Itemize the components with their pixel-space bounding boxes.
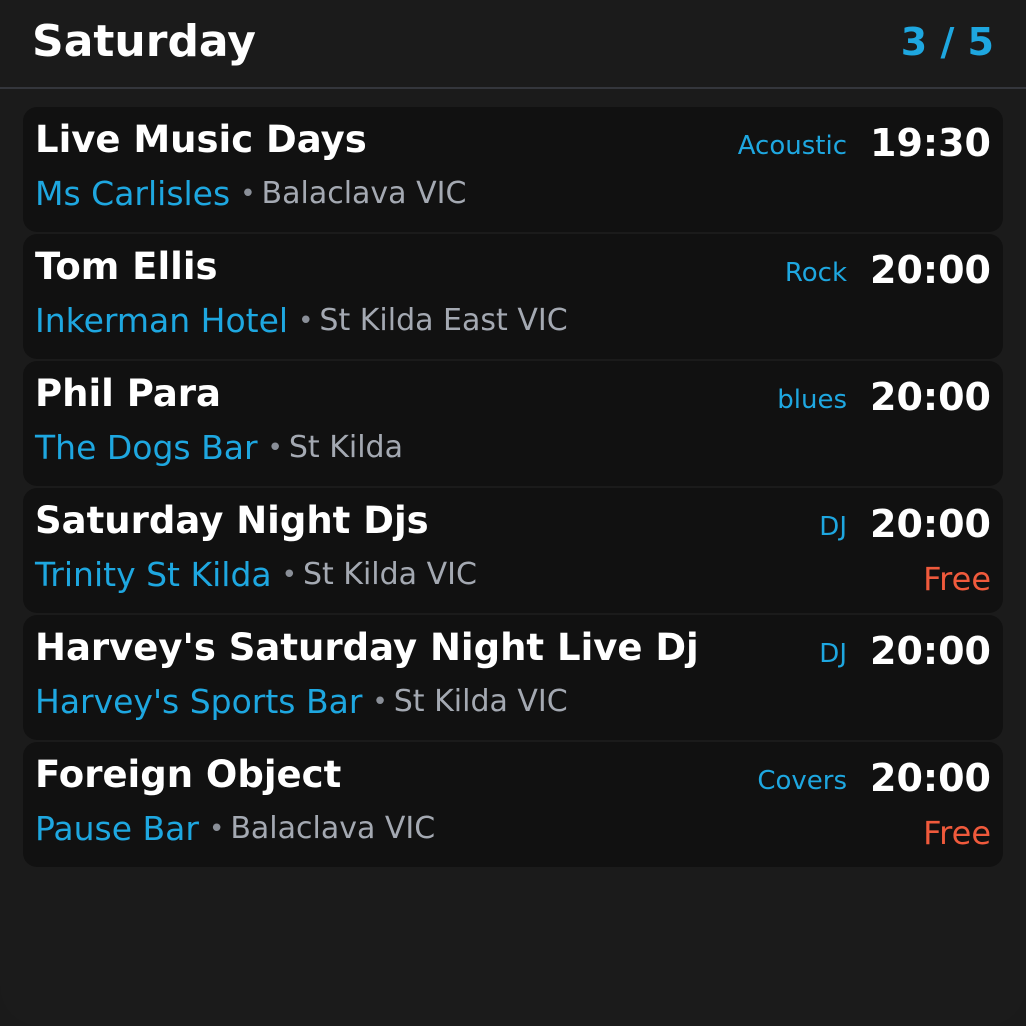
event-location: Balaclava VIC	[261, 176, 467, 211]
venue-link[interactable]: Harvey's Sports Bar	[35, 682, 362, 721]
event-card[interactable]: Saturday Night Djs DJ 20:00 Trinity St K…	[23, 488, 1003, 613]
event-card[interactable]: Harvey's Saturday Night Live Dj DJ 20:00…	[23, 615, 1003, 740]
venue-line: Trinity St Kilda • St Kilda VIC	[35, 558, 477, 592]
event-time: 20:00	[870, 502, 991, 546]
venue-line: The Dogs Bar • St Kilda	[35, 431, 403, 465]
event-genre: Covers	[757, 766, 847, 796]
venue-line: Inkerman Hotel • St Kilda East VIC	[35, 304, 568, 338]
event-location: St Kilda	[288, 430, 403, 465]
event-location: Balaclava VIC	[230, 811, 436, 846]
event-price: Free	[923, 560, 991, 598]
event-time: 20:00	[870, 375, 991, 419]
venue-link[interactable]: The Dogs Bar	[35, 428, 258, 467]
separator-dot: •	[298, 306, 314, 336]
event-card[interactable]: Phil Para blues 20:00 The Dogs Bar • St Ki…	[23, 361, 1003, 486]
venue-line: Ms Carlisles • Balaclava VIC	[35, 177, 466, 211]
venue-link[interactable]: Inkerman Hotel	[35, 301, 288, 340]
event-location: St Kilda VIC	[393, 684, 568, 719]
venue-line: Pause Bar • Balaclava VIC	[35, 812, 435, 846]
event-title: Saturday Night Djs	[35, 499, 429, 542]
event-time: 20:00	[870, 248, 991, 292]
event-time: 20:00	[870, 756, 991, 800]
event-price: Free	[923, 814, 991, 852]
separator-dot: •	[267, 433, 283, 463]
event-genre: Rock	[784, 258, 847, 288]
page-indicator[interactable]: 3 / 5	[901, 20, 994, 64]
day-title: Saturday	[32, 16, 256, 67]
gig-guide-screen: Saturday 3 / 5 Live Music Days Acoustic …	[0, 0, 1026, 1026]
event-card[interactable]: Live Music Days Acoustic 19:30 Ms Carlis…	[23, 107, 1003, 232]
venue-link[interactable]: Ms Carlisles	[35, 174, 230, 213]
event-genre: blues	[777, 385, 847, 415]
venue-link[interactable]: Trinity St Kilda	[35, 555, 272, 594]
venue-line: Harvey's Sports Bar • St Kilda VIC	[35, 685, 568, 719]
separator-dot: •	[240, 179, 256, 209]
event-location: St Kilda VIC	[302, 557, 477, 592]
venue-link[interactable]: Pause Bar	[35, 809, 199, 848]
event-title: Foreign Object	[35, 753, 342, 796]
event-title: Phil Para	[35, 372, 222, 415]
separator-dot: •	[372, 687, 388, 717]
event-card[interactable]: Tom Ellis Rock 20:00 Inkerman Hotel • St K…	[23, 234, 1003, 359]
event-genre: DJ	[819, 512, 847, 542]
day-header: Saturday 3 / 5	[0, 0, 1026, 89]
separator-dot: •	[281, 560, 297, 590]
event-genre: DJ	[819, 639, 847, 669]
event-location: St Kilda East VIC	[319, 303, 568, 338]
event-list: Live Music Days Acoustic 19:30 Ms Carlis…	[23, 107, 1003, 869]
event-genre: Acoustic	[737, 131, 847, 161]
event-time: 19:30	[870, 121, 991, 165]
event-card[interactable]: Foreign Object Covers 20:00 Pause Bar • Ba…	[23, 742, 1003, 867]
event-title: Harvey's Saturday Night Live Dj	[35, 626, 699, 669]
event-title: Live Music Days	[35, 118, 367, 161]
event-time: 20:00	[870, 629, 991, 673]
separator-dot: •	[208, 814, 225, 844]
event-title: Tom Ellis	[35, 245, 218, 288]
